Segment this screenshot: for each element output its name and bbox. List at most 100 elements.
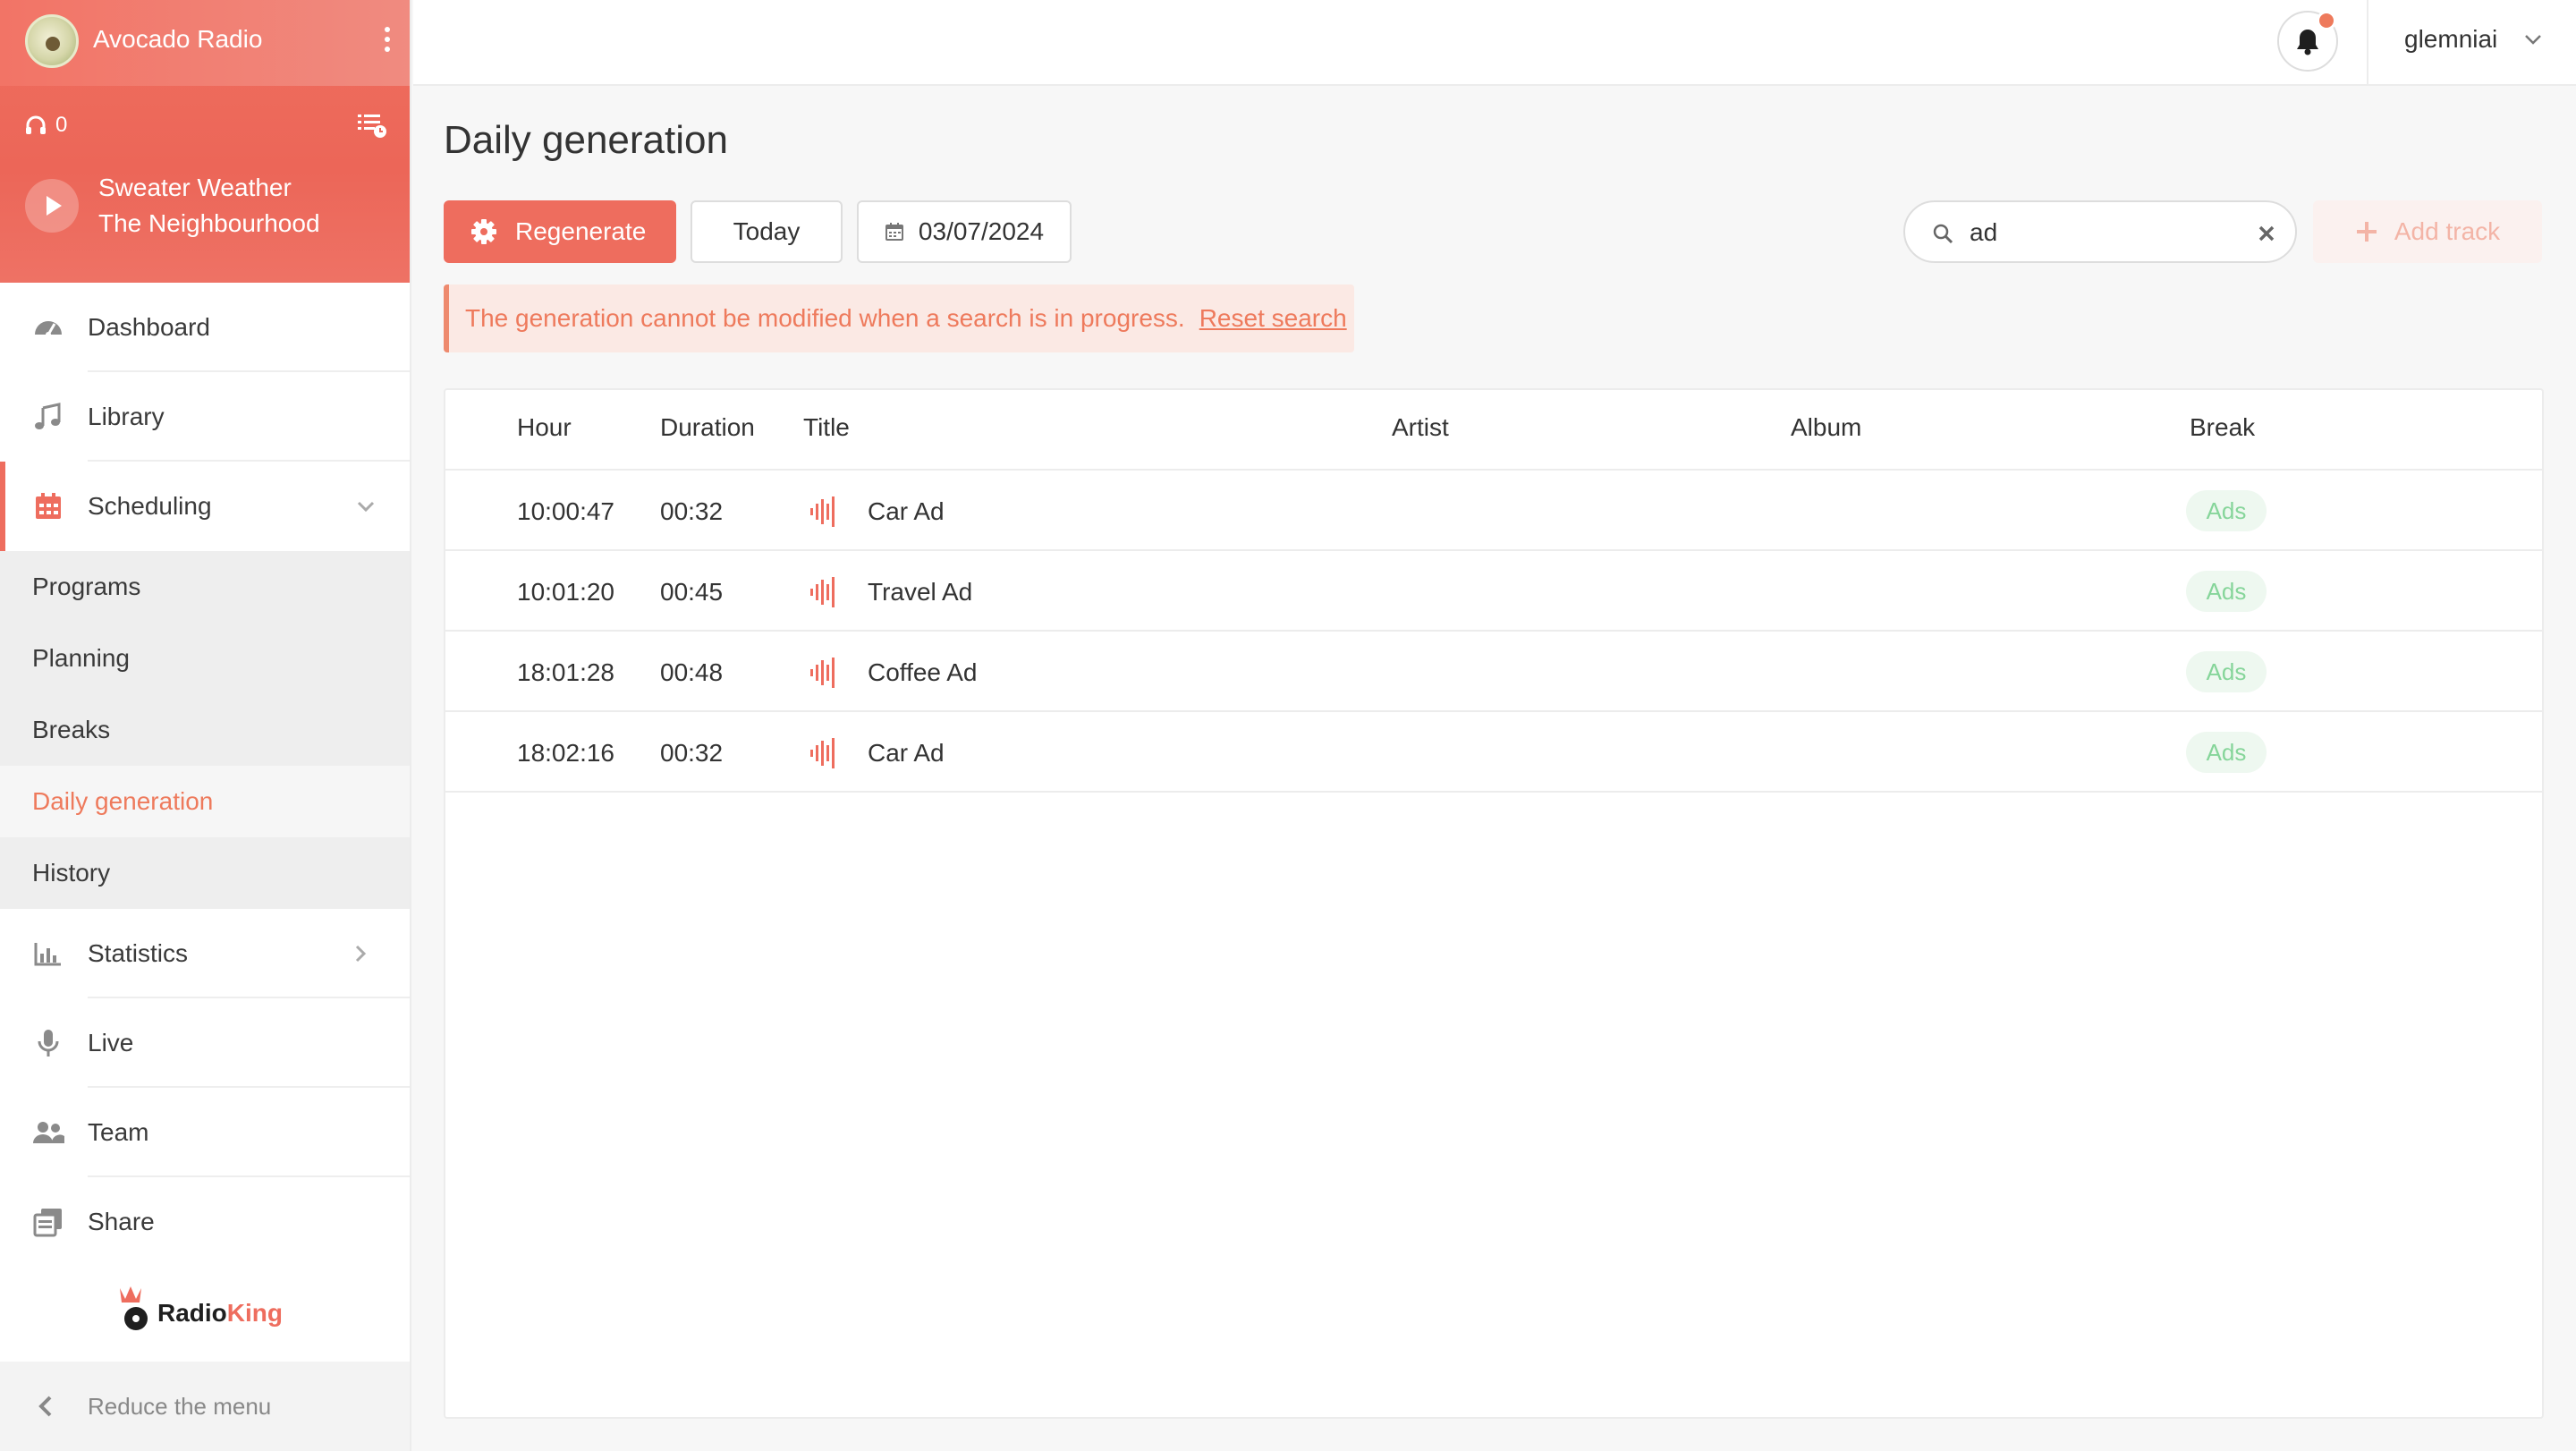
reduce-menu-label: Reduce the menu xyxy=(88,1392,272,1420)
search-input[interactable] xyxy=(1970,215,2238,250)
user-name[interactable]: glemniai xyxy=(2404,25,2497,54)
gauge-icon xyxy=(35,321,62,337)
radioking-crown-icon xyxy=(120,1286,148,1330)
play-button[interactable] xyxy=(25,179,79,233)
search-icon xyxy=(1933,224,1953,244)
sidebar-item-label: Statistics xyxy=(88,939,189,967)
radioking-wordmark: RadioKing xyxy=(157,1299,283,1327)
cell-duration: 00:45 xyxy=(660,578,724,606)
table-row[interactable]: 10:00:47 00:32 Car Ad Ads xyxy=(445,471,2542,551)
player-panel: Avocado Radio 0 Sweater Weather The Neig… xyxy=(0,0,410,283)
listeners-count: 0 xyxy=(25,113,67,138)
sidebar-item-dashboard[interactable]: Dashboard xyxy=(0,283,410,372)
regenerate-button[interactable]: Regenerate xyxy=(444,200,676,263)
today-button[interactable]: Today xyxy=(691,200,843,263)
headphones-icon xyxy=(26,115,46,134)
station-name[interactable]: Avocado Radio xyxy=(93,25,262,54)
gear-icon xyxy=(471,219,496,244)
microphone-icon xyxy=(38,1030,59,1056)
submenu-item-planning[interactable]: Planning xyxy=(0,623,410,694)
date-picker-button[interactable]: 03/07/2024 xyxy=(857,200,1072,263)
break-badge: Ads xyxy=(2186,732,2267,773)
sidebar-item-label: Library xyxy=(88,403,165,430)
cell-hour: 10:00:47 xyxy=(517,497,614,525)
queue-history-icon[interactable] xyxy=(356,111,388,140)
break-badge: Ads xyxy=(2186,490,2267,531)
sidebar-item-team[interactable]: Team xyxy=(0,1088,410,1177)
station-logo[interactable] xyxy=(25,14,79,68)
notification-dot xyxy=(2317,11,2336,30)
waveform-icon[interactable] xyxy=(809,496,835,528)
generation-table: Hour Duration Title Artist Album Break 1… xyxy=(444,388,2544,1419)
sidebar: Avocado Radio 0 Sweater Weather The Neig… xyxy=(0,0,411,1451)
share-icon xyxy=(33,1209,62,1237)
sidebar-item-scheduling[interactable]: Scheduling xyxy=(0,462,410,551)
top-header: glemniai xyxy=(413,0,2576,86)
submenu-item-programs[interactable]: Programs xyxy=(0,551,410,623)
column-header-artist[interactable]: Artist xyxy=(1392,413,1449,442)
cell-duration: 00:32 xyxy=(660,497,724,525)
chevron-down-icon[interactable] xyxy=(2522,29,2544,50)
sidebar-item-share[interactable]: Share xyxy=(0,1177,410,1267)
submenu-item-daily-generation[interactable]: Daily generation xyxy=(0,766,410,837)
scheduling-submenu: Programs Planning Breaks Daily generatio… xyxy=(0,551,410,909)
sidebar-item-statistics[interactable]: Statistics xyxy=(0,909,410,998)
chevron-left-icon xyxy=(38,1396,52,1417)
add-track-button[interactable]: Add track xyxy=(2313,200,2542,263)
users-icon xyxy=(33,1122,64,1143)
regenerate-label: Regenerate xyxy=(515,217,647,245)
bar-chart-icon xyxy=(34,943,61,966)
table-row[interactable]: 10:01:20 00:45 Travel Ad Ads xyxy=(445,551,2542,632)
page-title: Daily generation xyxy=(444,118,728,162)
submenu-item-breaks[interactable]: Breaks xyxy=(0,694,410,766)
search-box xyxy=(1903,200,2297,263)
reset-search-link[interactable]: Reset search xyxy=(1199,304,1347,333)
kebab-menu-icon[interactable] xyxy=(383,27,392,59)
column-header-title[interactable]: Title xyxy=(803,413,850,442)
table-row[interactable]: 18:02:16 00:32 Car Ad Ads xyxy=(445,712,2542,793)
station-bar: Avocado Radio xyxy=(0,0,410,86)
cell-duration: 00:48 xyxy=(660,658,724,686)
reduce-menu-button[interactable]: Reduce the menu xyxy=(0,1362,410,1451)
cell-title: Car Ad xyxy=(868,497,945,525)
plus-icon xyxy=(2356,222,2377,242)
sidebar-item-label: Live xyxy=(88,1029,134,1056)
bell-icon xyxy=(2297,30,2318,55)
waveform-icon[interactable] xyxy=(809,576,835,608)
now-playing-artist: The Neighbourhood xyxy=(98,209,320,237)
column-header-break[interactable]: Break xyxy=(2190,413,2255,442)
cell-hour: 10:01:20 xyxy=(517,578,614,606)
sidebar-item-label: Team xyxy=(88,1118,149,1146)
sidebar-item-label: Dashboard xyxy=(88,313,210,341)
alert-message: The generation cannot be modified when a… xyxy=(465,304,1185,332)
column-header-hour[interactable]: Hour xyxy=(517,413,572,442)
cell-duration: 00:32 xyxy=(660,739,724,767)
cell-hour: 18:02:16 xyxy=(517,739,614,767)
add-track-label: Add track xyxy=(2394,217,2501,245)
waveform-icon[interactable] xyxy=(809,737,835,769)
break-badge: Ads xyxy=(2186,571,2267,612)
cell-title: Car Ad xyxy=(868,739,945,767)
clear-search-icon[interactable] xyxy=(2256,223,2277,244)
chevron-down-icon xyxy=(357,501,375,513)
now-playing-title: Sweater Weather xyxy=(98,174,292,201)
break-badge: Ads xyxy=(2186,651,2267,692)
sidebar-item-live[interactable]: Live xyxy=(0,998,410,1088)
cell-title: Travel Ad xyxy=(868,578,973,606)
column-header-album[interactable]: Album xyxy=(1791,413,1861,442)
sidebar-item-label: Scheduling xyxy=(88,492,212,520)
column-header-duration[interactable]: Duration xyxy=(660,413,755,442)
sidebar-item-library[interactable]: Library xyxy=(0,372,410,462)
waveform-icon[interactable] xyxy=(809,657,835,689)
radioking-logo[interactable]: RadioKing xyxy=(114,1283,311,1336)
cell-hour: 18:01:28 xyxy=(517,658,614,686)
cell-title: Coffee Ad xyxy=(868,658,978,686)
listeners-value: 0 xyxy=(55,113,68,137)
calendar-icon xyxy=(36,493,61,519)
table-row[interactable]: 18:01:28 00:48 Coffee Ad Ads xyxy=(445,632,2542,712)
submenu-item-history[interactable]: History xyxy=(0,837,410,909)
sidebar-item-label: Share xyxy=(88,1208,155,1235)
selected-date: 03/07/2024 xyxy=(918,217,1045,245)
music-note-icon xyxy=(35,403,61,429)
chevron-right-icon xyxy=(355,945,367,963)
